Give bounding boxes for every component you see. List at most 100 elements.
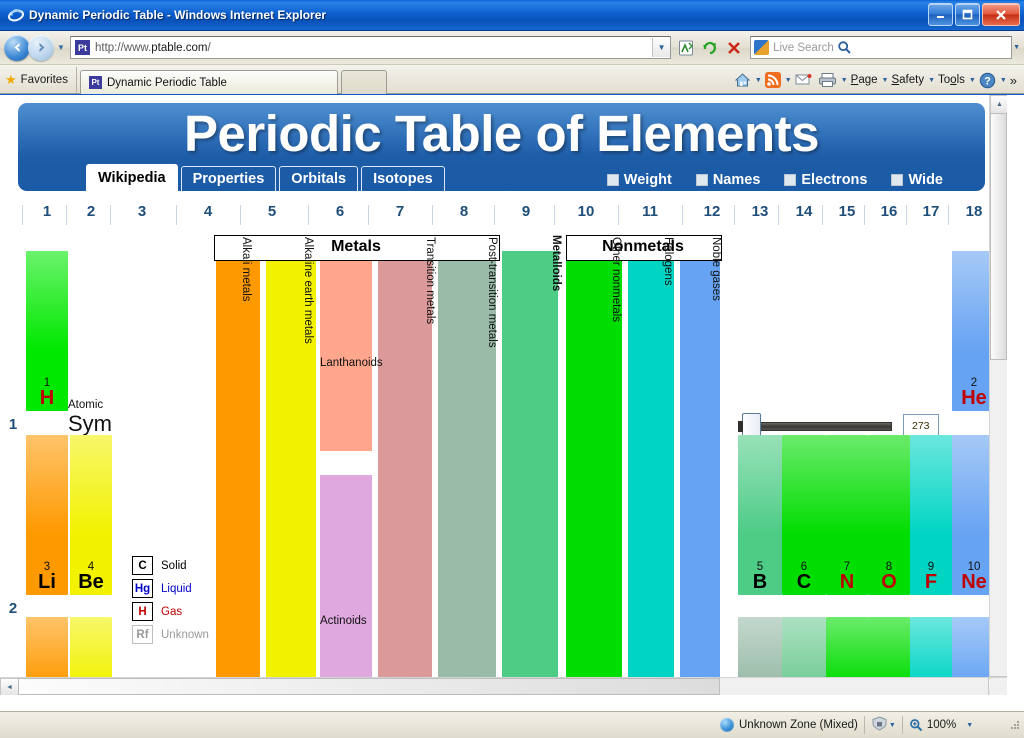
group-number-13: 13 bbox=[751, 203, 769, 220]
overflow-chevron-icon[interactable]: » bbox=[1007, 69, 1020, 91]
tools-menu-caret[interactable]: ▼ bbox=[969, 77, 976, 84]
page-vertical-scrollbar[interactable]: ▲ ▼ bbox=[989, 95, 1007, 695]
element-cell-Be[interactable]: 4 Be bbox=[70, 435, 112, 595]
group-number-11: 11 bbox=[642, 203, 658, 220]
legend-label: Unknown bbox=[161, 628, 209, 641]
legend-symbol: Rf bbox=[132, 625, 153, 644]
print-caret[interactable]: ▼ bbox=[841, 77, 848, 84]
stop-icon[interactable] bbox=[723, 37, 745, 59]
group-number-2: 2 bbox=[86, 203, 96, 220]
zoom-caret[interactable]: ▼ bbox=[966, 722, 973, 729]
feeds-caret[interactable]: ▼ bbox=[785, 77, 792, 84]
search-options-caret[interactable]: ▼ bbox=[1013, 44, 1020, 51]
scroll-left-button[interactable]: ◄ bbox=[0, 678, 19, 695]
search-provider-icon bbox=[754, 40, 770, 55]
new-tab-button[interactable] bbox=[340, 70, 387, 94]
tab-wikipedia[interactable]: Wikipedia bbox=[86, 164, 178, 191]
forward-button[interactable] bbox=[28, 34, 54, 61]
help-icon[interactable]: ? bbox=[976, 69, 999, 91]
element-cell-O[interactable]: 8O bbox=[868, 435, 910, 595]
maximize-button[interactable] bbox=[955, 3, 980, 26]
search-placeholder: Live Search bbox=[773, 41, 834, 54]
group-number-3: 3 bbox=[137, 203, 147, 220]
legend-symbol: H bbox=[132, 602, 153, 621]
element-cell-N[interactable]: 7N bbox=[826, 435, 868, 595]
refresh-icon[interactable] bbox=[699, 37, 721, 59]
print-icon[interactable] bbox=[815, 69, 840, 91]
page-menu[interactable]: Page bbox=[848, 69, 881, 91]
search-box[interactable]: Live Search bbox=[750, 36, 1013, 59]
protected-mode-icon[interactable] bbox=[871, 716, 888, 734]
category-band-alkali-metals[interactable] bbox=[216, 251, 260, 695]
category-band-noble-gases[interactable] bbox=[680, 251, 720, 695]
legend-item-liquid: Hg Liquid bbox=[132, 577, 209, 600]
legend-label: Gas bbox=[161, 605, 183, 618]
temperature-slider[interactable] bbox=[738, 412, 892, 441]
checkbox-wide[interactable]: Wide bbox=[891, 172, 943, 188]
tab-isotopes[interactable]: Isotopes bbox=[361, 166, 445, 191]
checkbox-label: Electrons bbox=[801, 172, 868, 188]
group-separator bbox=[110, 205, 111, 225]
element-symbol: N bbox=[839, 571, 855, 593]
period-number-2: 2 bbox=[8, 600, 18, 617]
scroll-up-button[interactable]: ▲ bbox=[990, 95, 1007, 114]
compatibility-view-icon[interactable] bbox=[675, 37, 697, 59]
element-cell-H[interactable]: 1H bbox=[26, 251, 68, 411]
address-dropdown-icon[interactable]: ▼ bbox=[652, 38, 671, 57]
group-separator bbox=[778, 205, 779, 225]
category-band-metalloids[interactable] bbox=[502, 251, 558, 695]
address-bar[interactable]: Pt http://www.ptable.com/ ▼ bbox=[70, 36, 672, 59]
browser-window: Dynamic Periodic Table - Windows Interne… bbox=[0, 0, 1024, 738]
close-button[interactable] bbox=[982, 3, 1020, 26]
minimize-button[interactable] bbox=[928, 3, 953, 26]
group-separator bbox=[308, 205, 309, 225]
mail-icon[interactable] bbox=[792, 69, 815, 91]
recent-pages-dropdown[interactable]: ▼ bbox=[54, 43, 68, 52]
checkbox-label: Names bbox=[712, 172, 761, 188]
status-divider bbox=[863, 716, 865, 734]
legend-item-solid: C Solid bbox=[132, 554, 209, 577]
group-number-10: 10 bbox=[577, 203, 595, 220]
back-button[interactable] bbox=[4, 34, 30, 61]
group-separator bbox=[948, 205, 949, 225]
checkbox-names[interactable]: Names bbox=[695, 172, 761, 188]
home-caret[interactable]: ▼ bbox=[755, 77, 762, 84]
feeds-icon[interactable] bbox=[762, 69, 784, 91]
group-separator bbox=[368, 205, 369, 225]
favorites-button[interactable]: ★ Favorites bbox=[0, 67, 77, 93]
tools-menu[interactable]: To o ls bbox=[935, 69, 968, 91]
help-caret[interactable]: ▼ bbox=[1000, 77, 1007, 84]
category-band-actinoids[interactable] bbox=[320, 475, 372, 695]
protected-mode-caret[interactable]: ▼ bbox=[889, 722, 896, 729]
element-cell-Li[interactable]: 3 Li bbox=[26, 435, 68, 595]
group-separator bbox=[618, 205, 619, 225]
legend-label: Solid bbox=[161, 559, 187, 572]
safety-menu[interactable]: Safety bbox=[888, 69, 927, 91]
safety-menu-caret[interactable]: ▼ bbox=[928, 77, 935, 84]
category-label-halogens: Halogens bbox=[662, 237, 674, 286]
favorites-label: Favorites bbox=[20, 74, 68, 86]
page-horizontal-scrollbar[interactable]: ◄ ► bbox=[0, 677, 1007, 695]
element-symbol: F bbox=[924, 571, 938, 593]
home-button[interactable] bbox=[731, 69, 754, 91]
checkbox-weight[interactable]: Weight bbox=[606, 172, 672, 188]
category-label-alkali-metals: Alkali metals bbox=[240, 237, 252, 302]
vertical-scroll-thumb[interactable] bbox=[990, 113, 1007, 360]
element-cell-B[interactable]: 5B bbox=[738, 435, 782, 595]
search-icon[interactable] bbox=[834, 37, 856, 58]
tab-properties[interactable]: Properties bbox=[180, 166, 277, 191]
zoom-icon[interactable] bbox=[909, 718, 923, 732]
checkbox-electrons[interactable]: Electrons bbox=[784, 172, 867, 188]
horizontal-scroll-thumb[interactable] bbox=[18, 678, 720, 695]
browser-tab[interactable]: Pt Dynamic Periodic Table bbox=[79, 70, 338, 94]
category-band-lanthanoids[interactable] bbox=[320, 251, 372, 451]
group-number-16: 16 bbox=[880, 203, 898, 220]
resize-grip[interactable] bbox=[1009, 719, 1021, 731]
category-band-halogens[interactable] bbox=[628, 251, 674, 695]
page-menu-caret[interactable]: ▼ bbox=[882, 77, 889, 84]
tab-orbitals[interactable]: Orbitals bbox=[279, 166, 359, 191]
checkbox-label: Wide bbox=[908, 172, 943, 188]
element-symbol: C bbox=[796, 571, 812, 593]
element-cell-F[interactable]: 9F bbox=[910, 435, 952, 595]
element-cell-C[interactable]: 6C bbox=[782, 435, 826, 595]
